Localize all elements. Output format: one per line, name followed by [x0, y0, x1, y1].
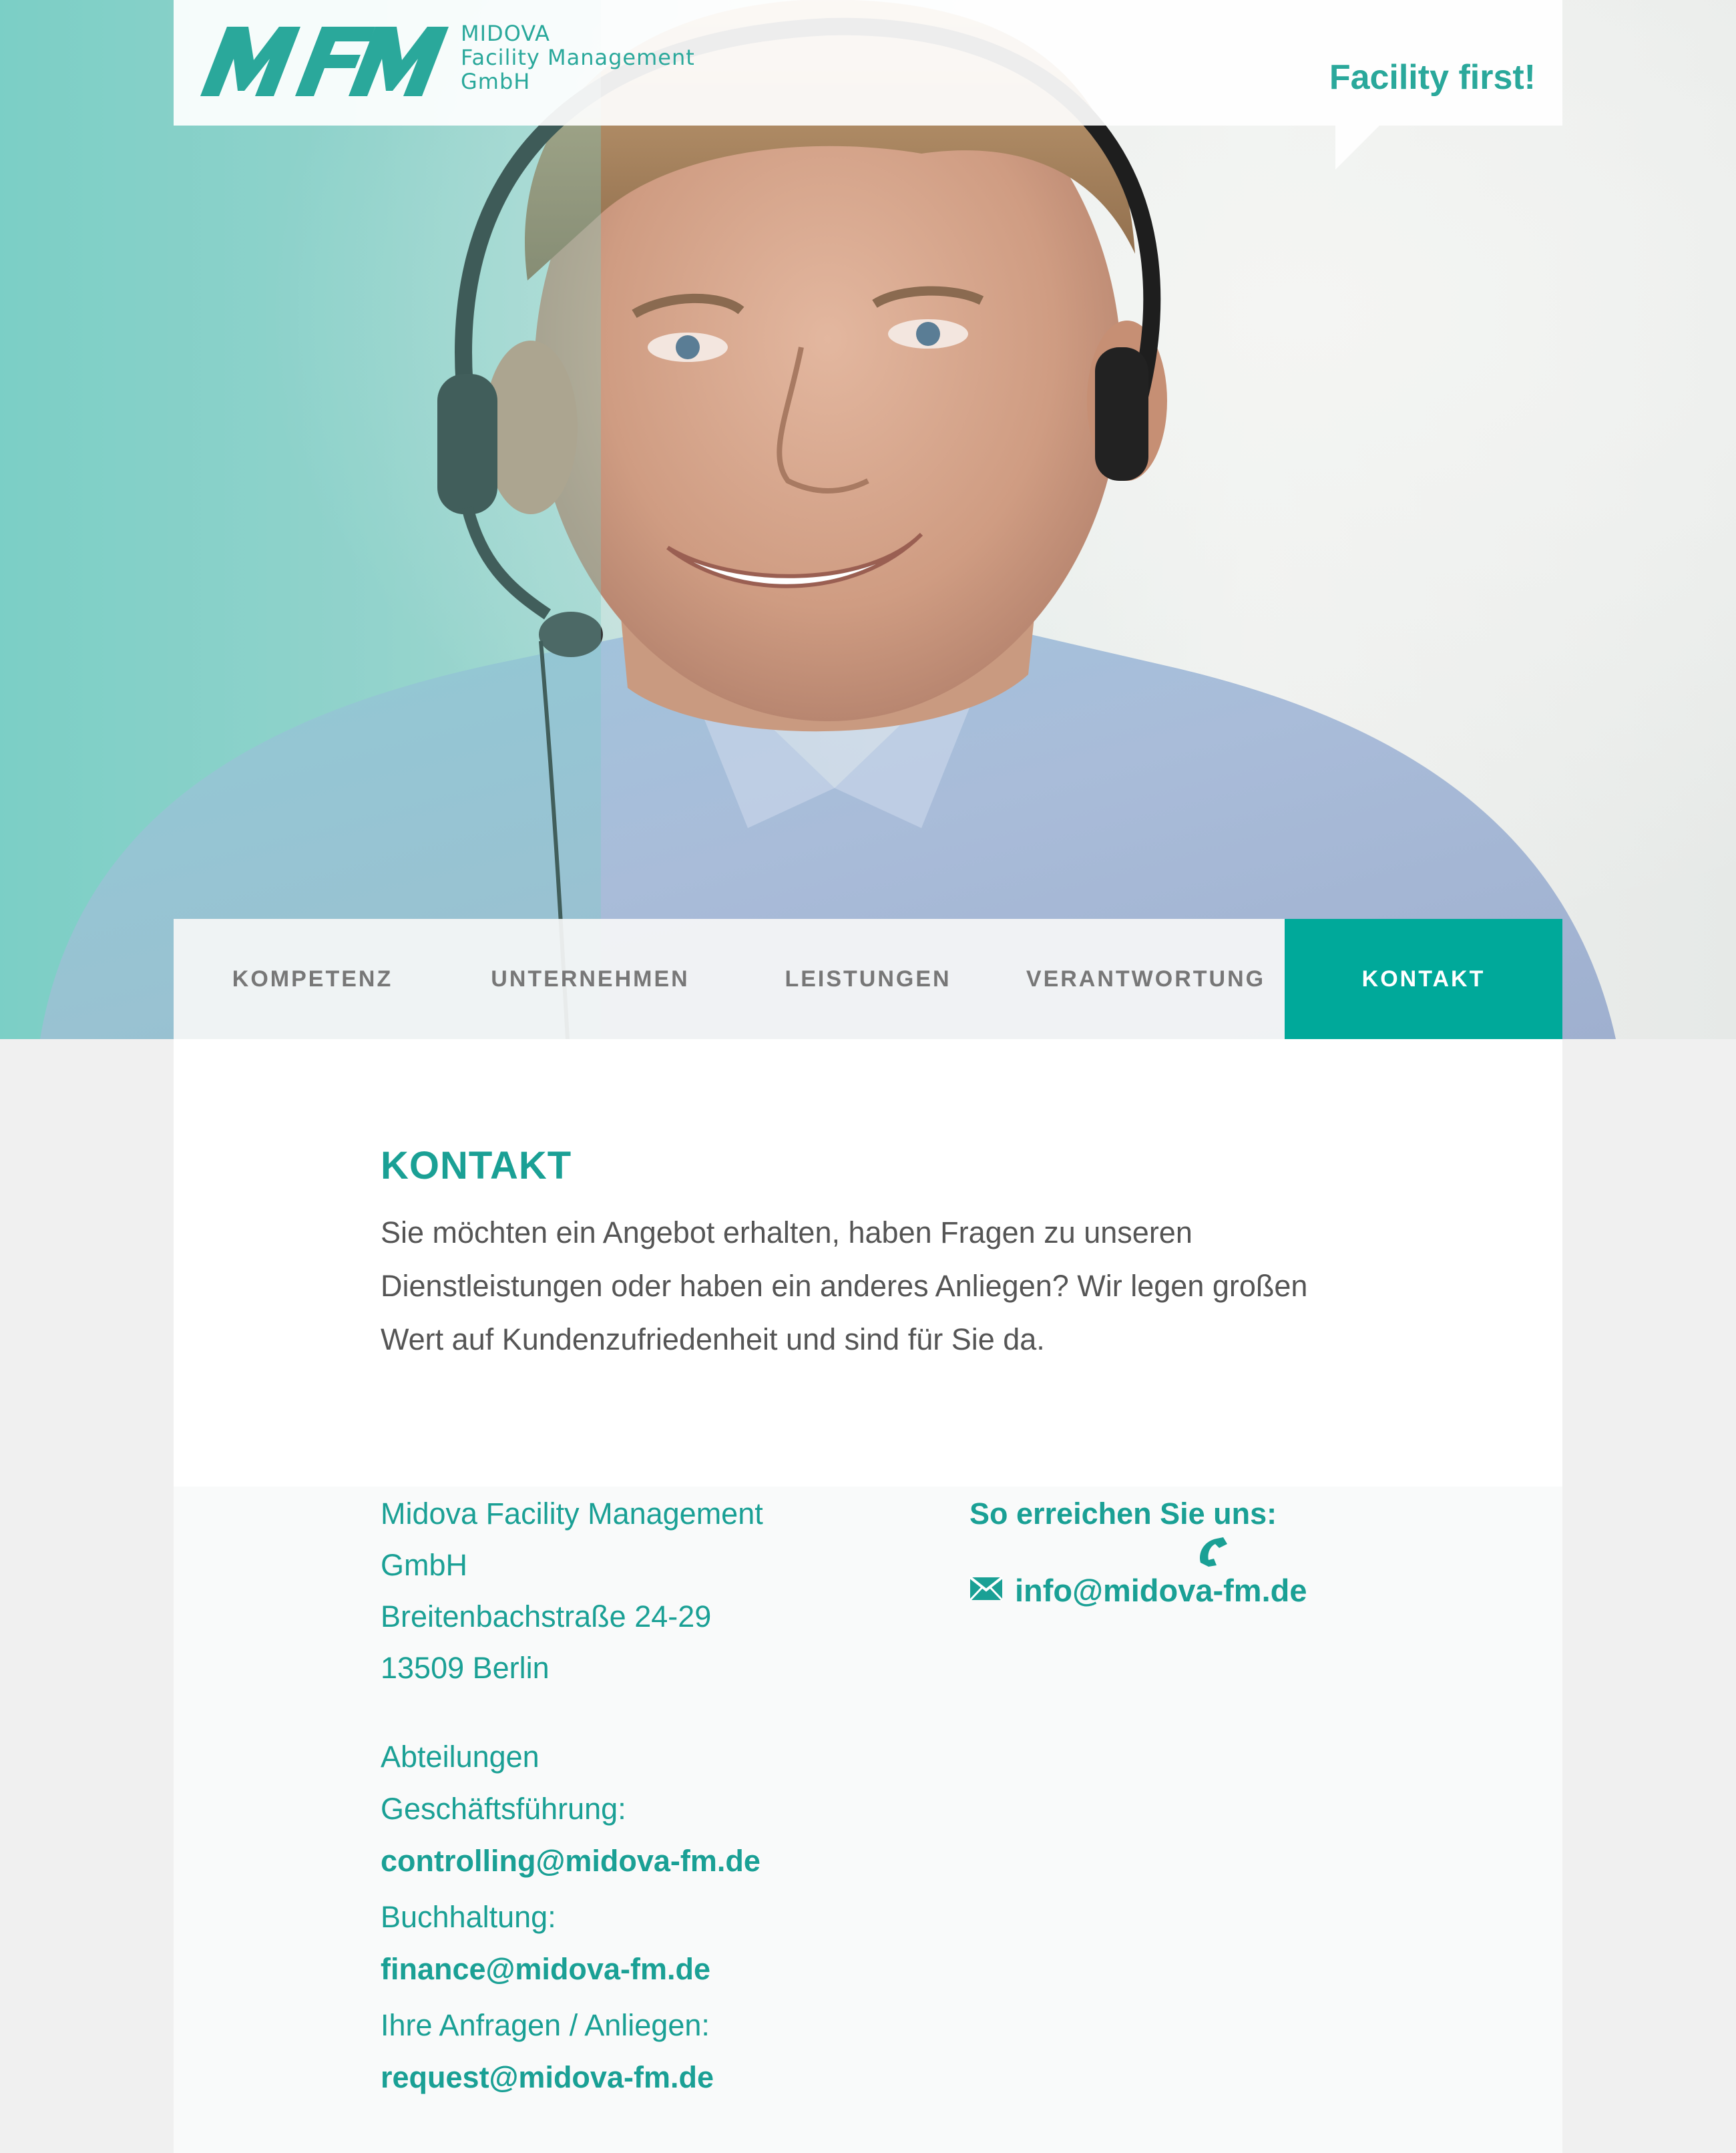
department-label: Ihre Anfragen / Anliegen:: [381, 2008, 710, 2042]
hero-image: [0, 0, 1736, 1039]
nav-item-unternehmen[interactable]: UNTERNEHMEN: [451, 919, 729, 1039]
address-street: Breitenbachstraße 24-29: [381, 1599, 712, 1633]
logo-name-line1: MIDOVA: [461, 21, 551, 46]
department-email-link[interactable]: finance@midova-fm.de: [381, 1943, 901, 1995]
slogan: Facility first!: [1329, 58, 1536, 97]
logo-name-line2: Facility Management: [461, 45, 695, 70]
phone-icon[interactable]: [1197, 1536, 1230, 1570]
nav-item-kontakt[interactable]: KONTAKT: [1285, 919, 1562, 1039]
site-header: MIDOVA Facility Management GmbH Facility…: [174, 0, 1562, 126]
nav-item-verantwortung[interactable]: VERANTWORTUNG: [1007, 919, 1285, 1039]
address-line-2: GmbH: [381, 1548, 468, 1582]
departments: Abteilungen Geschäftsführung: controllin…: [381, 1731, 901, 2104]
logo-name-line3: GmbH: [461, 69, 531, 94]
speech-bubble-tail: [1335, 126, 1379, 170]
mfm-logo-icon: [200, 27, 449, 96]
main-navigation: KOMPETENZ UNTERNEHMEN LEISTUNGEN VERANTW…: [174, 919, 1562, 1039]
envelope-icon: [969, 1576, 1004, 1604]
email-row: info@midova-fm.de: [969, 1572, 1307, 1609]
address-line-1: Midova Facility Management: [381, 1497, 763, 1531]
department-label: Geschäftsführung:: [381, 1792, 626, 1826]
department-label: Buchhaltung:: [381, 1900, 556, 1934]
hero-photo: [0, 0, 1736, 1039]
department-email-link[interactable]: controlling@midova-fm.de: [381, 1835, 901, 1887]
info-email-link[interactable]: info@midova-fm.de: [1015, 1572, 1307, 1609]
page-title: KONTAKT: [381, 1144, 572, 1187]
logo[interactable]: [200, 27, 449, 101]
intro-text: Sie möchten ein Angebot erhalten, haben …: [381, 1215, 1308, 1356]
department-email-link[interactable]: request@midova-fm.de: [381, 2051, 901, 2104]
nav-item-leistungen[interactable]: LEISTUNGEN: [729, 919, 1007, 1039]
address-city: 13509 Berlin: [381, 1651, 550, 1685]
nav-item-kompetenz[interactable]: KOMPETENZ: [174, 919, 451, 1039]
contact-reach-column: So erreichen Sie uns: info@midova-fm.de: [969, 1488, 1437, 1608]
reach-title: So erreichen Sie uns:: [969, 1497, 1277, 1531]
logo-company-name: MIDOVA Facility Management GmbH: [461, 21, 695, 93]
contact-address-column: Midova Facility Management GmbH Breitenb…: [381, 1488, 901, 2104]
departments-title: Abteilungen: [381, 1740, 539, 1774]
